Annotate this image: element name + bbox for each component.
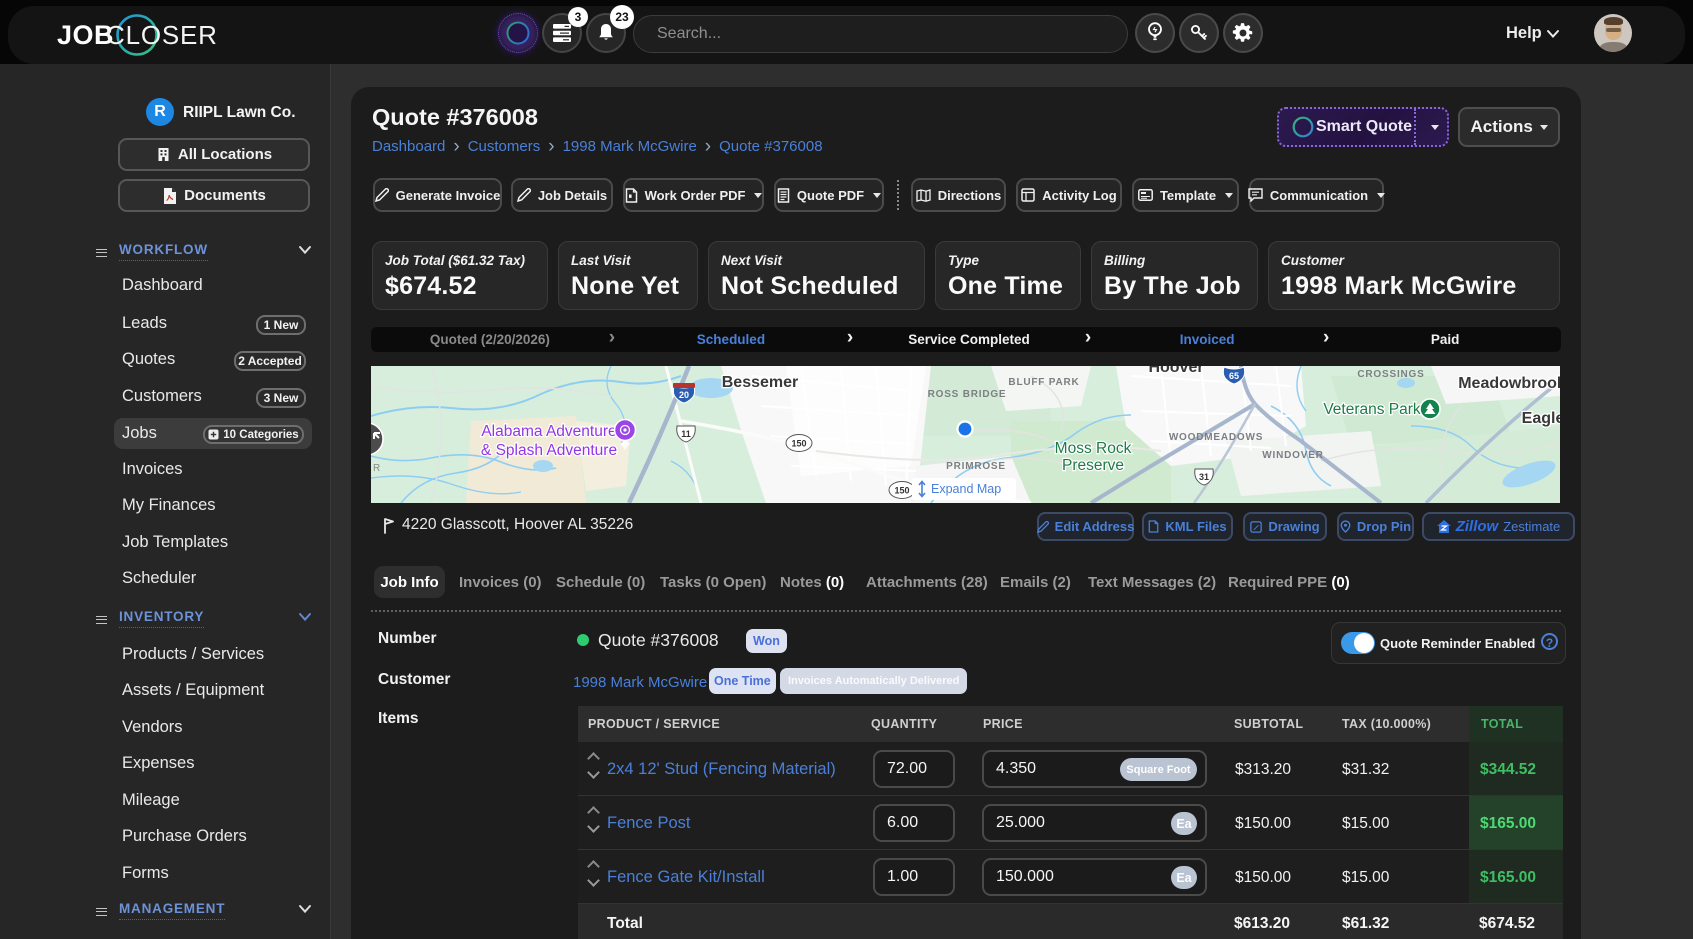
svg-text:Moss Rock: Moss Rock [1055,440,1132,457]
svg-text:Alabama Adventure: Alabama Adventure [481,423,616,440]
svg-text:Eagle: Eagle [1522,410,1560,427]
svg-text:WINDOVER: WINDOVER [1262,450,1323,461]
svg-text:& Splash Adventure: & Splash Adventure [481,442,617,459]
svg-text:WOODMEADOWS: WOODMEADOWS [1169,432,1263,443]
svg-text:ROSS BRIDGE: ROSS BRIDGE [928,389,1007,400]
svg-text:150: 150 [791,439,806,449]
svg-text:CROSSINGS: CROSSINGS [1357,369,1424,380]
svg-text:PRIMROSE: PRIMROSE [946,461,1006,472]
svg-text:65: 65 [1229,371,1239,381]
svg-text:Bessemer: Bessemer [722,374,799,391]
svg-text:Expand Map: Expand Map [931,482,1001,496]
svg-text:Meadowbrook: Meadowbrook [1458,375,1560,392]
svg-text:Hoover: Hoover [1148,366,1203,376]
svg-text:Veterans Park: Veterans Park [1323,401,1421,418]
svg-text:11: 11 [681,429,691,439]
svg-text:20: 20 [679,390,689,400]
svg-text:Preserve: Preserve [1062,457,1124,474]
svg-text:31: 31 [1199,472,1209,482]
svg-text:CLOSER: CLOSER [106,20,218,50]
svg-text:R: R [373,463,380,474]
svg-text:BLUFF PARK: BLUFF PARK [1008,377,1079,388]
svg-text:150: 150 [894,486,909,496]
